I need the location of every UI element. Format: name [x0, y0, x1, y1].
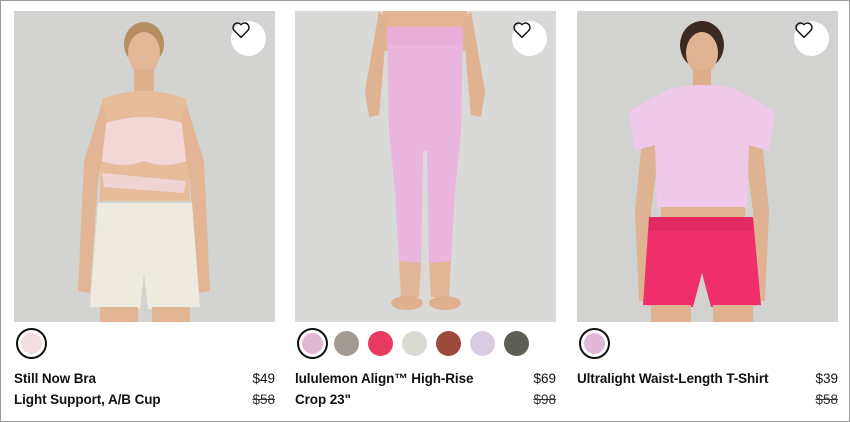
original-price: $58	[815, 392, 838, 407]
product-info: Ultralight Waist-Length T-Shirt $39 $58	[577, 368, 838, 420]
color-swatches	[295, 322, 556, 364]
color-swatch[interactable]	[579, 327, 610, 359]
color-swatch[interactable]	[436, 330, 461, 356]
product-name[interactable]: Still Now Bra Light Support, A/B Cup	[14, 368, 224, 410]
heart-outline-icon	[513, 22, 531, 39]
product-name[interactable]: lululemon Align™ High-Rise Crop 23"	[295, 368, 505, 410]
favorite-button[interactable]	[231, 21, 266, 56]
model-bra-illustration	[14, 11, 275, 322]
product-title[interactable]: Still Now Bra	[14, 368, 224, 389]
color-swatch[interactable]	[297, 327, 328, 359]
color-swatch[interactable]	[470, 330, 495, 356]
product-photo[interactable]	[14, 11, 275, 322]
sale-price: $49	[252, 371, 275, 386]
product-grid: Still Now Bra Light Support, A/B Cup $49…	[0, 0, 850, 422]
product-photo[interactable]	[577, 11, 838, 322]
product-card[interactable]: lululemon Align™ High-Rise Crop 23" $69 …	[295, 11, 556, 420]
color-swatch[interactable]	[368, 330, 393, 356]
product-photo[interactable]	[295, 11, 556, 322]
product-card[interactable]: Still Now Bra Light Support, A/B Cup $49…	[14, 11, 275, 420]
color-swatch[interactable]	[16, 327, 47, 359]
color-swatch[interactable]	[334, 330, 359, 356]
favorite-button[interactable]	[512, 21, 547, 56]
original-price: $58	[252, 392, 275, 407]
product-name[interactable]: Ultralight Waist-Length T-Shirt	[577, 368, 787, 389]
heart-outline-icon	[795, 22, 813, 39]
model-leggings-illustration	[295, 11, 556, 322]
color-swatches	[14, 322, 275, 364]
product-subtitle: Light Support, A/B Cup	[14, 392, 161, 407]
color-swatch[interactable]	[402, 330, 427, 356]
sale-price: $69	[533, 371, 556, 386]
original-price: $98	[533, 392, 556, 407]
product-info: lululemon Align™ High-Rise Crop 23" $69 …	[295, 368, 556, 420]
product-card[interactable]: Ultralight Waist-Length T-Shirt $39 $58	[577, 11, 838, 420]
favorite-button[interactable]	[794, 21, 829, 56]
product-info: Still Now Bra Light Support, A/B Cup $49…	[14, 368, 275, 420]
color-swatches	[577, 322, 838, 364]
color-swatch[interactable]	[504, 330, 529, 356]
heart-outline-icon	[232, 22, 250, 39]
model-tshirt-illustration	[577, 11, 838, 322]
sale-price: $39	[815, 371, 838, 386]
